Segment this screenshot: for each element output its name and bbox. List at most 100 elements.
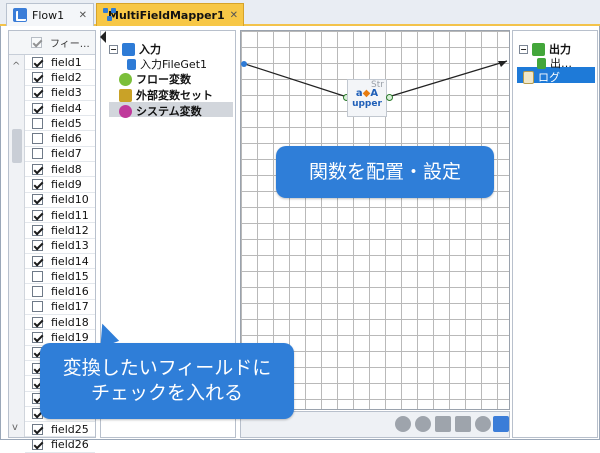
field-checkbox[interactable] <box>32 87 43 99</box>
field-checkbox[interactable] <box>32 56 43 68</box>
field-checkbox[interactable] <box>32 148 43 160</box>
callout-text: 関数を配置・設定 <box>308 160 461 183</box>
zoom-in-icon[interactable] <box>395 416 411 432</box>
field-checkbox[interactable] <box>32 255 43 267</box>
field-checkbox[interactable] <box>32 163 43 175</box>
field-row[interactable]: field8 <box>25 162 95 178</box>
field-row[interactable]: field1 <box>25 55 95 71</box>
tree-item-input[interactable]: − 入力 <box>109 41 161 57</box>
field-name: field9 <box>51 178 82 192</box>
field-checkbox[interactable] <box>32 209 43 221</box>
field-row[interactable]: field12 <box>25 223 95 239</box>
field-name: field11 <box>51 208 89 222</box>
field-checkbox[interactable] <box>32 286 43 298</box>
tree-item-input-fileget1[interactable]: 入力FileGet1 <box>127 56 207 72</box>
log-icon <box>523 70 534 84</box>
field-name: field12 <box>51 223 89 237</box>
tree-item-label: システム変数 <box>136 105 202 118</box>
close-icon[interactable]: ✕ <box>230 10 238 21</box>
tree-item-log[interactable]: ログ <box>523 69 560 85</box>
field-row[interactable]: field17 <box>25 300 95 316</box>
field-name: field13 <box>51 239 89 253</box>
bug-icon[interactable] <box>475 416 491 432</box>
function-node-upper[interactable]: Str a◆A upper <box>347 79 387 117</box>
callout-place-function: 関数を配置・設定 <box>276 146 494 198</box>
field-name: field17 <box>51 300 89 314</box>
tree-item-flow-variables[interactable]: フロー変数 <box>119 71 191 87</box>
field-row[interactable]: field3 <box>25 86 95 101</box>
field-checkbox[interactable] <box>32 102 43 114</box>
tree-item-external-variables[interactable]: 外部変数セット <box>119 87 213 103</box>
input-icon <box>122 42 135 56</box>
tree-item-label: 外部変数セット <box>136 89 213 102</box>
input-mapping-line <box>244 63 348 98</box>
field-row[interactable]: field9 <box>25 177 95 193</box>
output-icon <box>532 42 545 56</box>
field-row[interactable]: field18 <box>25 315 95 331</box>
string-category-label: Str <box>371 80 384 90</box>
field-checkbox[interactable] <box>32 194 43 206</box>
tree-item-label: 入力 <box>139 43 161 56</box>
field-name: field2 <box>51 70 82 84</box>
field-list-header: フィー… <box>9 31 95 55</box>
copy-icon[interactable] <box>435 416 451 432</box>
field-row[interactable]: field25 <box>25 422 95 438</box>
field-checkbox[interactable] <box>32 439 43 451</box>
collapse-arrow-icon[interactable] <box>100 31 106 43</box>
file-icon <box>537 57 546 69</box>
field-name: field18 <box>51 315 89 329</box>
field-row[interactable]: field10 <box>25 193 95 208</box>
field-row[interactable]: field16 <box>25 284 95 300</box>
collapse-icon[interactable]: − <box>109 44 118 54</box>
comment-icon[interactable] <box>455 416 471 432</box>
tab-label: Flow1 <box>32 8 65 22</box>
select-all-checkbox[interactable] <box>31 37 42 48</box>
field-checkbox[interactable] <box>32 133 43 145</box>
field-checkbox[interactable] <box>32 270 43 282</box>
tree-item-system-variables[interactable]: システム変数 <box>119 103 202 119</box>
close-icon[interactable]: ✕ <box>79 10 87 21</box>
scrollbar-thumb[interactable] <box>12 129 22 163</box>
tab-flow1[interactable]: Flow1 ✕ <box>6 3 94 26</box>
field-list-scrollbar[interactable]: ^ v <box>9 55 25 437</box>
field-name: field4 <box>51 101 82 115</box>
field-row[interactable]: field13 <box>25 239 95 254</box>
tab-multifieldmapper1[interactable]: MultiFieldMapper1 ✕ <box>96 3 244 26</box>
field-checkbox[interactable] <box>32 117 43 129</box>
field-name: field14 <box>51 254 89 268</box>
zoom-out-icon[interactable] <box>415 416 431 432</box>
field-checkbox[interactable] <box>32 423 43 435</box>
field-name: field6 <box>51 132 82 146</box>
field-name: field8 <box>51 162 82 176</box>
field-name: field3 <box>51 86 82 100</box>
chevron-down-icon[interactable]: v <box>12 422 18 433</box>
arrowhead-icon <box>498 61 507 67</box>
field-row[interactable]: field14 <box>25 254 95 270</box>
field-checkbox[interactable] <box>32 240 43 252</box>
field-checkbox[interactable] <box>32 301 43 313</box>
field-row[interactable]: field11 <box>25 208 95 224</box>
field-row[interactable]: field5 <box>25 116 95 132</box>
field-checkbox[interactable] <box>32 316 43 328</box>
field-row[interactable]: field2 <box>25 70 95 86</box>
flow-variable-icon <box>119 72 132 86</box>
tab-label: MultiFieldMapper1 <box>108 8 225 22</box>
collapse-icon[interactable]: − <box>519 44 528 54</box>
chevron-up-icon[interactable]: ^ <box>12 61 20 72</box>
layout-icon[interactable] <box>493 416 509 432</box>
input-port-icon <box>241 61 247 67</box>
tab-bar: Flow1 ✕ MultiFieldMapper1 ✕ <box>0 0 600 26</box>
field-name: field5 <box>51 116 82 130</box>
field-row[interactable]: field4 <box>25 101 95 117</box>
field-checkbox[interactable] <box>32 331 43 343</box>
function-output-port[interactable] <box>386 94 393 101</box>
field-row[interactable]: field7 <box>25 147 95 163</box>
function-label: upper <box>352 98 382 109</box>
file-icon <box>127 58 136 70</box>
field-checkbox[interactable] <box>32 71 43 83</box>
field-row[interactable]: field6 <box>25 131 95 147</box>
field-row[interactable]: field15 <box>25 269 95 285</box>
tree-item-label: 入力FileGet1 <box>140 58 208 71</box>
field-checkbox[interactable] <box>32 224 43 236</box>
field-checkbox[interactable] <box>32 179 43 191</box>
